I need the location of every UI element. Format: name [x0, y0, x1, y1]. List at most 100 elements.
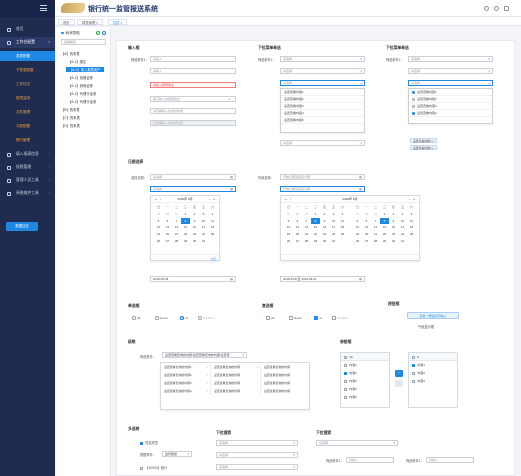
calendar-day[interactable]: 3 — [398, 211, 407, 218]
selected-chip[interactable]: 设置查看内容1 × — [410, 138, 437, 143]
checkbox-on[interactable]: on — [314, 316, 322, 320]
calendar-day[interactable]: 11 — [338, 218, 347, 225]
calendar-day[interactable]: 21 — [371, 231, 380, 238]
multi-option[interactable]: 设置查看内容1 — [409, 89, 492, 96]
calendar-day[interactable]: 30 — [320, 238, 329, 245]
next-month-icon[interactable]: › — [209, 196, 210, 203]
calendar-day[interactable]: 3 — [329, 211, 338, 218]
calendar-day[interactable]: 14 — [371, 224, 380, 231]
calendar-day[interactable]: 25 — [208, 231, 217, 238]
calendar-day[interactable]: 22 — [380, 231, 389, 238]
tree-node[interactable]: 【A-1】代理行证券 — [68, 91, 96, 96]
calendar-day[interactable]: 4 — [338, 211, 347, 218]
calendar-day[interactable]: 1 — [311, 211, 320, 218]
calendar-day[interactable]: 7 — [302, 218, 311, 225]
cascade-input[interactable]: 设置查看查询的内容/设置查看查询的内容/设置查... ▾ — [162, 352, 247, 358]
refresh-icon[interactable] — [96, 31, 100, 35]
calendar-day[interactable]: 9 — [190, 218, 199, 225]
calendar-day[interactable]: 2 — [320, 211, 329, 218]
cascade-option[interactable]: 设置查看查询的内容 — [261, 363, 311, 371]
calendar-day[interactable]: 31 — [172, 211, 181, 218]
calendar-day[interactable]: 5 — [154, 218, 163, 225]
sidebar-item-worklog[interactable]: 工作日志 — [0, 79, 55, 89]
search-dropdown-4[interactable]: 请选择 ▾ — [316, 440, 398, 446]
calendar-day[interactable]: 15 — [311, 224, 320, 231]
settings-icon[interactable] — [102, 31, 106, 35]
sidebar-item-files[interactable]: 文件管理 — [0, 107, 55, 117]
tree-node-selected[interactable]: 【A-1】录入报表资产 — [66, 67, 104, 72]
calendar-day[interactable]: 28 — [172, 238, 181, 245]
tab-report-manage[interactable]: 报表管理 × — [77, 18, 104, 25]
calendar-day[interactable]: 30 — [389, 238, 398, 245]
cascade-option[interactable]: 设置查看查询的内容 › — [211, 379, 260, 387]
calendar-day[interactable]: 29 — [353, 211, 362, 218]
calendar-day[interactable]: 4 — [208, 211, 217, 218]
calendar-day[interactable]: 17 — [199, 224, 208, 231]
calendar-day[interactable]: 13 — [163, 224, 172, 231]
calendar-day[interactable]: 25 — [407, 231, 416, 238]
date-input-1[interactable]: 请选择 ▦ — [150, 174, 236, 180]
transfer-right-button[interactable]: › — [395, 370, 403, 377]
calendar-day[interactable]: 21 — [172, 231, 181, 238]
calendar-day[interactable]: 24 — [329, 231, 338, 238]
tooltip-label[interactable]: 气泡显示框 — [418, 324, 434, 329]
transfer-item[interactable]: 内容2 — [341, 369, 389, 377]
multi-option[interactable]: 设置查看内容3 — [409, 103, 492, 110]
calendar-day[interactable]: 29 — [380, 238, 389, 245]
prev-month-icon[interactable]: ‹ — [290, 196, 291, 203]
calendar-day[interactable]: 8 — [311, 217, 320, 225]
calendar-day[interactable]: 26 — [353, 238, 362, 245]
calendar-day[interactable]: 31 — [398, 238, 407, 245]
dropdown-option[interactable]: 设置查看内容5 — [281, 117, 364, 124]
transfer-item[interactable]: 内容1 — [409, 361, 457, 369]
calendar-day[interactable]: 16 — [389, 224, 398, 231]
calendar-day[interactable]: 4 — [407, 211, 416, 218]
calendar-day[interactable]: 23 — [389, 231, 398, 238]
transfer-item[interactable]: 内容5 — [341, 393, 389, 401]
notification-icon[interactable] — [494, 6, 499, 11]
dropdown-option[interactable]: 设置查看内容4 — [281, 110, 364, 117]
search-text-input-2[interactable]: 请输入 — [426, 457, 474, 463]
tree-subnode[interactable]: 【X0000】统计 — [140, 465, 167, 470]
prev-year-icon[interactable]: « — [285, 196, 287, 203]
calendar-day[interactable]: 27 — [293, 238, 302, 245]
transfer-left-button[interactable]: ‹ — [395, 380, 403, 387]
calendar-day[interactable]: 1 — [380, 211, 389, 218]
sidebar-item-monitor[interactable]: 报表监测 — [0, 93, 55, 103]
dropdown-select-3[interactable]: 请选择 ▾ — [280, 140, 365, 146]
dropdown-option[interactable]: 设置查看内容2 — [281, 96, 364, 103]
multi-select-1[interactable]: 请选择 ▾ — [408, 56, 493, 62]
calendar-day[interactable]: 10 — [199, 218, 208, 225]
date-input-filled[interactable]: 2018-08-08 ▦ — [150, 276, 236, 282]
calendar-day[interactable]: 21 — [302, 231, 311, 238]
calendar-day[interactable]: 19 — [284, 231, 293, 238]
tab-home[interactable]: 首页 — [58, 18, 75, 25]
transfer-item[interactable]: 内容3 — [409, 377, 457, 385]
calendar-day[interactable]: 14 — [302, 224, 311, 231]
text-input-2[interactable]: 请输入 — [150, 68, 236, 74]
tree-node[interactable]: 【B】的系表 — [61, 107, 80, 112]
calendar-day[interactable]: 18 — [407, 224, 416, 231]
transfer-header[interactable]: 6 — [409, 353, 457, 361]
sidebar-item-workbench[interactable]: 工作台配置 ▾ — [0, 37, 55, 48]
calendar-day[interactable]: 6 — [163, 218, 172, 225]
cascade-option[interactable]: 设置查看查询的内容 › — [211, 363, 260, 371]
cascade-option[interactable]: 设置查看查询的内容 › — [211, 387, 260, 395]
calendar-day[interactable]: 6 — [293, 218, 302, 225]
calendar-day[interactable]: 8 — [181, 217, 190, 225]
sidebar-item-permission[interactable]: 权限管理 › — [0, 162, 55, 173]
calendar-day[interactable]: 24 — [398, 231, 407, 238]
radio-off[interactable]: pff — [132, 316, 140, 320]
calendar-day[interactable]: 12 — [154, 224, 163, 231]
calendar-day[interactable]: 28 — [371, 238, 380, 245]
tree-root[interactable]: 任意成员 — [140, 440, 158, 445]
date-range-input-open[interactable]: 开始日期至结束日期 ▦ — [280, 186, 365, 192]
calendar-day[interactable]: 9 — [389, 218, 398, 225]
calendar-day[interactable]: 30 — [362, 211, 371, 218]
calendar-day[interactable]: 25 — [338, 231, 347, 238]
calendar-day[interactable]: 7 — [172, 218, 181, 225]
calendar-day[interactable]: 28 — [302, 238, 311, 245]
calendar-day[interactable]: 14 — [172, 224, 181, 231]
calendar-day[interactable]: 27 — [163, 238, 172, 245]
calendar-day[interactable]: 29 — [181, 238, 190, 245]
